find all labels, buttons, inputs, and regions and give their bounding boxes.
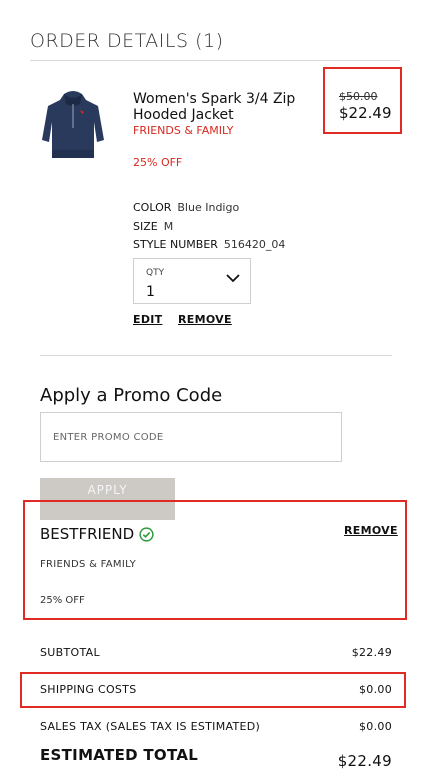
original-price: $50.00 [339,90,378,103]
product-name[interactable]: Women's Spark 3/4 Zip Hooded Jacket [133,91,313,123]
apply-button-label: APPLY [87,483,128,497]
attribute-label: SIZE [133,220,158,233]
chevron-down-icon [226,274,240,283]
total-label: ESTIMATED TOTAL [40,746,199,764]
subtotal-row: SUBTOTAL $22.49 [40,646,392,659]
attribute-value: M [163,220,174,233]
tax-value: $0.00 [359,720,392,733]
quantity-label: QTY [146,268,165,278]
section-divider [40,355,392,356]
header-divider [30,60,400,61]
promo-section-title: Apply a Promo Code [40,385,223,406]
promo-code-discount: 25% OFF [40,595,85,606]
total-row: ESTIMATED TOTAL $22.49 [40,746,392,770]
subtotal-label: SUBTOTAL [40,646,100,659]
quantity-select[interactable]: QTY 1 [133,258,251,304]
attribute-label: STYLE NUMBER [133,238,218,251]
subtotal-value: $22.49 [351,646,392,659]
tax-label: SALES TAX (SALES TAX IS ESTIMATED) [40,720,261,733]
remove-promo-link[interactable]: REMOVE [344,524,398,537]
product-image[interactable] [40,88,106,164]
shipping-row: SHIPPING COSTS $0.00 [40,683,392,696]
attribute-size: SIZE M [133,220,173,233]
sale-price: $22.49 [339,104,392,122]
discount-percent: 25% OFF [133,156,183,169]
shipping-label: SHIPPING COSTS [40,683,137,696]
remove-item-link[interactable]: REMOVE [178,313,232,326]
promo-code-group: FRIENDS & FAMILY [40,559,137,570]
applied-promo-code: BESTFRIEND [40,525,135,543]
shipping-value: $0.00 [359,683,392,696]
tax-row: SALES TAX (SALES TAX IS ESTIMATED) $0.00 [40,720,392,733]
total-value: $22.49 [337,752,392,770]
quantity-value: 1 [146,284,155,300]
attribute-label: COLOR [133,201,172,214]
attribute-style-number: STYLE NUMBER 516420_04 [133,238,285,251]
attribute-color: COLOR Blue Indigo [133,201,239,214]
edit-item-link[interactable]: EDIT [133,313,162,326]
attribute-value: Blue Indigo [177,201,240,214]
promo-code-input[interactable] [40,412,342,462]
attribute-value: 516420_04 [223,238,286,251]
page-title: ORDER DETAILS (1) [30,30,224,52]
check-circle-icon [139,527,154,542]
promo-tag: FRIENDS & FAMILY [133,124,234,137]
